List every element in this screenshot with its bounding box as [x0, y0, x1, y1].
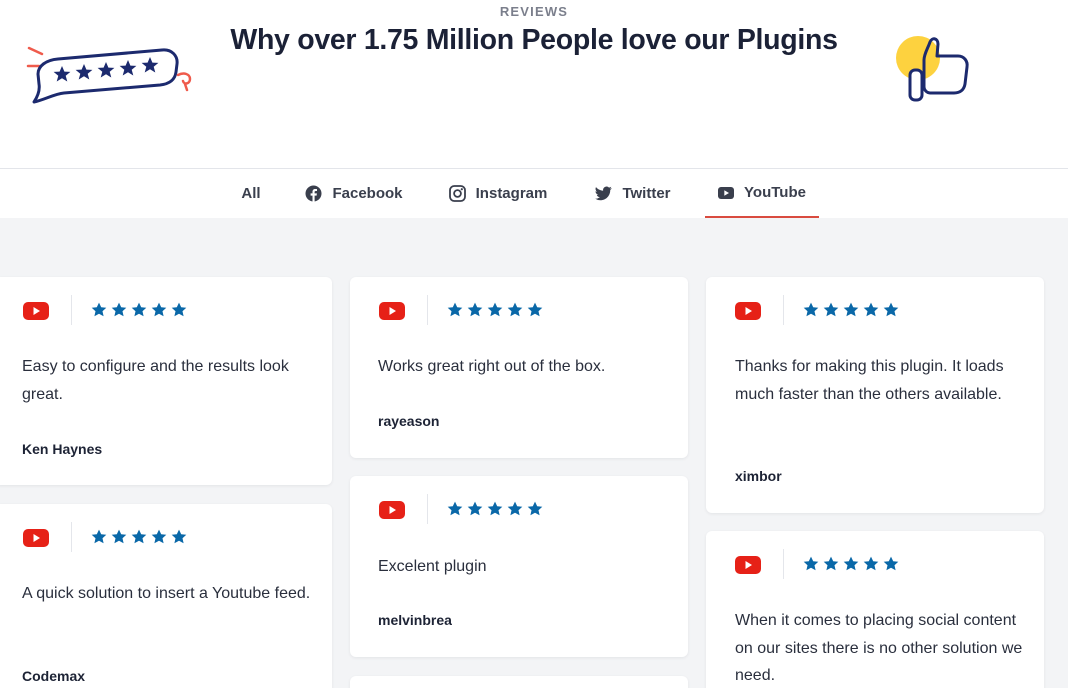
- review-author: Ken Haynes: [22, 441, 103, 457]
- review-text: Easy to configure and the results look g…: [22, 358, 289, 403]
- review-text: When it comes to placing social content …: [735, 612, 1023, 684]
- five-star-icon: [91, 529, 187, 544]
- instagram-icon: [448, 185, 466, 202]
- reviews-hero: REVIEWS Why over 1.75 Million People lov…: [0, 0, 1068, 168]
- twitter-icon: [595, 186, 613, 201]
- review-card: A quick solution to insert a Youtube fee…: [0, 504, 332, 688]
- tab-twitter[interactable]: Twitter: [584, 169, 682, 218]
- tab-label: Twitter: [622, 185, 671, 202]
- review-author: Codemax: [22, 668, 86, 684]
- review-text: Works great right out of the box.: [378, 358, 606, 375]
- five-star-icon: [447, 302, 543, 317]
- review-text: Excelent plugin: [378, 558, 487, 575]
- review-author: rayeason: [378, 413, 440, 429]
- star-rating: [447, 501, 545, 517]
- youtube-icon: [379, 302, 405, 325]
- review-card: When it comes to placing social content …: [706, 531, 1044, 688]
- review-card: Works great right out of the box. rayeas…: [350, 277, 688, 458]
- star-rating: [91, 529, 189, 545]
- facebook-icon: [305, 185, 322, 202]
- review-card: Thanks for making this plugin. It loads …: [706, 277, 1044, 513]
- review-card: Easy to configure and the results look g…: [0, 277, 332, 485]
- tab-facebook[interactable]: Facebook: [296, 169, 412, 218]
- star-rating: [447, 302, 545, 318]
- star-rating: [803, 302, 901, 318]
- youtube-icon: [23, 529, 49, 552]
- five-star-icon: [91, 302, 187, 317]
- review-author: ximbor: [735, 468, 782, 484]
- five-star-icon: [803, 556, 899, 571]
- youtube-icon: [23, 302, 49, 325]
- tab-all[interactable]: All: [232, 169, 270, 218]
- review-card: Excelent plugin melvinbrea: [350, 476, 688, 657]
- five-star-icon: [803, 302, 899, 317]
- star-rating-speech-bubble-illustration: [26, 46, 192, 104]
- review-source-tabs: All Facebook Instagram Twitter YouTube: [0, 168, 1068, 218]
- youtube-icon: [735, 556, 761, 579]
- star-rating: [91, 302, 189, 318]
- tab-label: Facebook: [332, 185, 403, 202]
- review-author: melvinbrea: [378, 612, 452, 628]
- tab-label: YouTube: [744, 184, 806, 201]
- review-card-header: [350, 277, 688, 347]
- review-card-header: [0, 504, 332, 574]
- review-card-header: [706, 531, 1044, 601]
- section-eyebrow: REVIEWS: [499, 4, 569, 19]
- thumbs-up-illustration: [896, 36, 969, 102]
- review-card-header: [706, 277, 1044, 347]
- star-rating: [803, 556, 901, 572]
- youtube-icon: [718, 186, 735, 199]
- review-card-header: [0, 277, 332, 347]
- tab-label: All: [241, 185, 261, 202]
- review-card-header: [350, 476, 688, 546]
- review-text: Thanks for making this plugin. It loads …: [735, 358, 1004, 403]
- review-text: A quick solution to insert a Youtube fee…: [22, 585, 311, 602]
- youtube-icon: [379, 501, 405, 524]
- tab-instagram[interactable]: Instagram: [438, 169, 558, 218]
- review-card: [350, 676, 688, 688]
- tab-youtube[interactable]: YouTube: [705, 169, 819, 218]
- five-star-icon: [447, 501, 543, 516]
- youtube-icon: [735, 302, 761, 325]
- reviews-feed: Easy to configure and the results look g…: [0, 218, 1068, 688]
- tab-label: Instagram: [475, 185, 548, 202]
